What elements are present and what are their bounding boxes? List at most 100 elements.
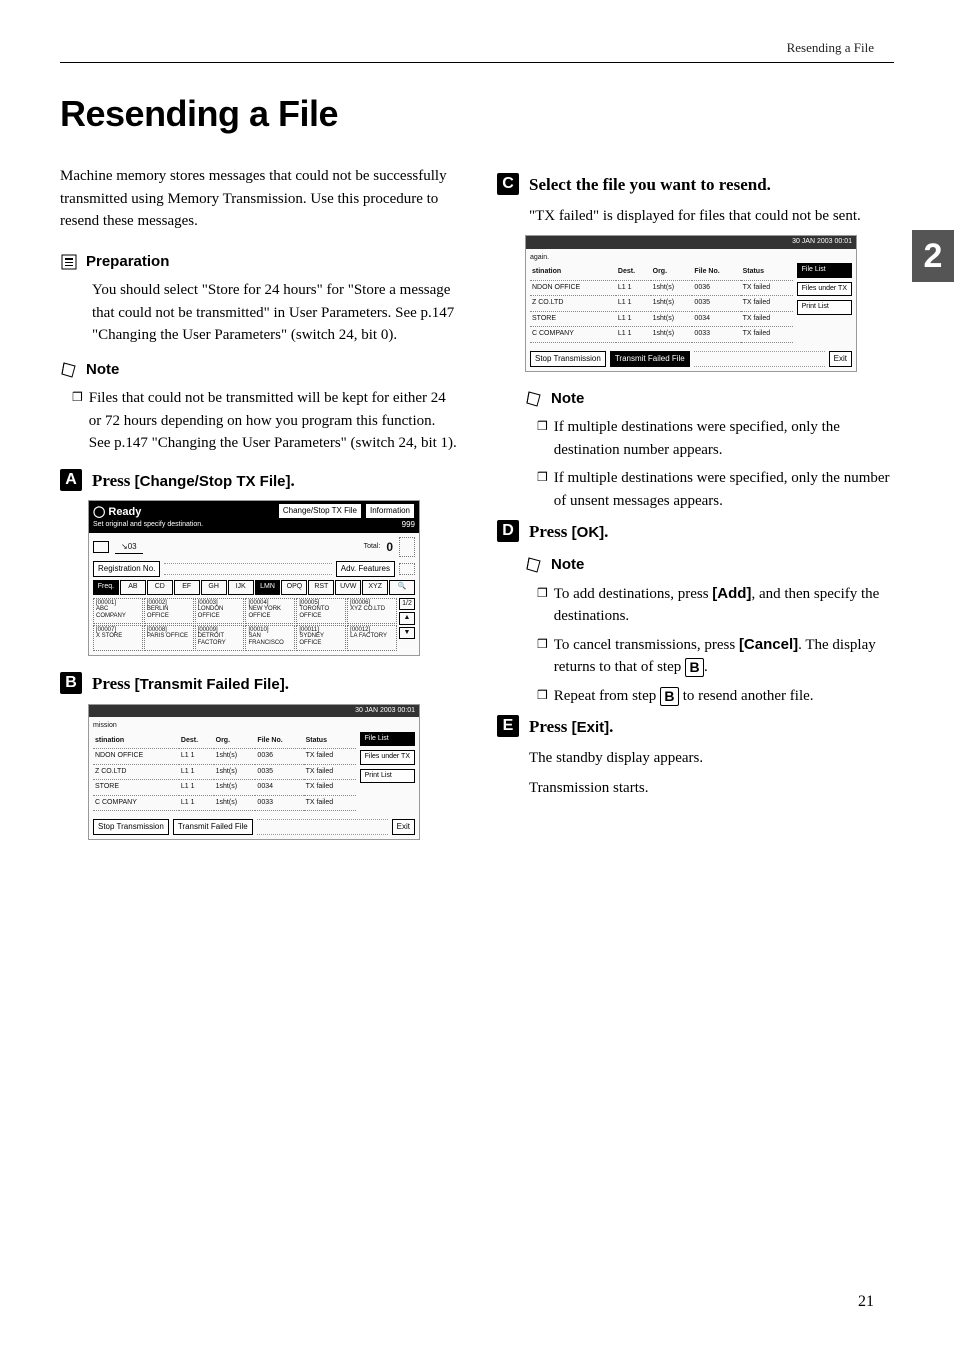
note4-a: To add destinations, press [Add], and th… [554, 583, 894, 628]
preparation-body: You should select "Store for 24 hours" f… [92, 279, 457, 347]
table-row[interactable]: Z CO.LTDL1 11sht(s)0035TX failed [93, 764, 356, 780]
table-row[interactable]: C COMPANYL1 11sht(s)0033TX failed [93, 795, 356, 811]
step-1: A Press [Change/Stop TX File]. [60, 469, 457, 493]
ss1-scroll-down[interactable]: ▼ [399, 627, 415, 640]
table-row[interactable]: STOREL1 11sht(s)0034TX failed [93, 780, 356, 796]
ss1-info-button[interactable]: Information [365, 503, 415, 519]
ss1-tab-ab[interactable]: AB [120, 580, 146, 595]
note3-a: If multiple destinations were specified,… [554, 416, 894, 461]
ss1-cell[interactable]: [00006]XYZ CO.LTD [347, 598, 397, 624]
ss3-datebar: 30 JAN 2003 00:01 [526, 236, 856, 249]
ss1-page-indicator: 1/2 [399, 598, 415, 611]
note-icon [525, 390, 543, 408]
ss1-tab-opq[interactable]: OPQ [281, 580, 307, 595]
note3-b: If multiple destinations were specified,… [554, 467, 894, 512]
ss1-tab-ijk[interactable]: IJK [228, 580, 254, 595]
ss1-destination-grid: [00001]ABC COMPANY [00002]BERLIN OFFICE … [93, 598, 397, 651]
ss1-entered-number: ↘03 [115, 541, 143, 554]
table-row[interactable]: C COMPANYL1 11sht(s)0033TX failed [530, 327, 793, 343]
ss1-cell[interactable]: [00007]X STORE [93, 625, 143, 651]
ss3-filesunder-button[interactable]: Files under TX [797, 282, 852, 297]
ss2-filelist-button[interactable]: File List [360, 732, 415, 747]
step2-suffix: . [285, 674, 289, 693]
ss2-table: stinationDest.Org.File No.Status NDON OF… [93, 734, 356, 812]
ss2-printlist-button[interactable]: Print List [360, 769, 415, 784]
chapter-tab: 2 [912, 230, 954, 282]
ss1-reg-no-button[interactable]: Registration No. [93, 561, 160, 577]
ss2-datebar: 30 JAN 2003 00:01 [89, 705, 419, 718]
ss1-cell[interactable]: [00002]BERLIN OFFICE [144, 598, 194, 624]
ss1-tab-cd[interactable]: CD [147, 580, 173, 595]
step-number-3: C [497, 173, 519, 195]
note-body-1: Files that could not be transmitted will… [89, 387, 457, 455]
note-label-1: Note [86, 359, 119, 382]
note-heading-1: Note [60, 359, 457, 382]
ss1-phone-icon [93, 541, 109, 553]
ss3-printlist-button[interactable]: Print List [797, 300, 852, 315]
ss2-tff-button[interactable]: Transmit Failed File [173, 819, 253, 835]
ss1-tab-lmn[interactable]: LMN [255, 580, 281, 595]
table-row[interactable]: NDON OFFICEL1 11sht(s)0036TX failed [93, 749, 356, 765]
ss2-filesunder-button[interactable]: Files under TX [360, 750, 415, 765]
screenshot-ready-panel: ◯ Ready Set original and specify destina… [88, 500, 420, 656]
ss3-filelist-button[interactable]: File List [797, 263, 852, 278]
step-3: C Select the file you want to resend. [497, 173, 894, 197]
preparation-icon [60, 253, 78, 271]
note-heading-4: Note [525, 554, 894, 577]
ss2-exit-button[interactable]: Exit [392, 819, 415, 835]
note-label-4: Note [551, 554, 584, 577]
ss1-cell[interactable]: [00008]PARIS OFFICE [144, 625, 194, 651]
step5-sub1: The standby display appears. [529, 747, 894, 770]
ss1-tab-gh[interactable]: GH [201, 580, 227, 595]
ss1-tab-rst[interactable]: RST [308, 580, 334, 595]
ss1-cell[interactable]: [00012]LA FACTORY [347, 625, 397, 651]
table-row[interactable]: STOREL1 11sht(s)0034TX failed [530, 311, 793, 327]
step-number-2: B [60, 672, 82, 694]
ss1-ready: ◯ Ready [93, 506, 141, 518]
step-5: E Press [Exit]. [497, 715, 894, 739]
ss3-exit-button[interactable]: Exit [829, 351, 852, 367]
ss1-tabs: Freq. AB CD EF GH IJK LMN OPQ RST UVW XY… [93, 580, 415, 595]
step1-prefix: Press [92, 471, 135, 490]
step-ref-icon: B [685, 658, 704, 677]
screenshot-file-list-2: 30 JAN 2003 00:01 again. stinationDest.O… [525, 235, 857, 372]
ss1-adv-features-button[interactable]: Adv. Features [336, 561, 395, 577]
ss1-change-stop-button[interactable]: Change/Stop TX File [278, 503, 362, 519]
ss3-stop-button[interactable]: Stop Transmission [530, 351, 606, 367]
ss2-stop-button[interactable]: Stop Transmission [93, 819, 169, 835]
ss1-tab-xyz[interactable]: XYZ [362, 580, 388, 595]
screenshot-file-list-1: 30 JAN 2003 00:01 mission stinationDest.… [88, 704, 420, 841]
table-row[interactable]: Z CO.LTDL1 11sht(s)0035TX failed [530, 296, 793, 312]
ss1-cell[interactable]: [00005]TORONTO OFFICE [296, 598, 346, 624]
ss1-subtitle: Set original and specify destination. [93, 520, 203, 531]
ss1-cell[interactable]: [00003]LONDON OFFICE [195, 598, 245, 624]
step3-sub: "TX failed" is displayed for files that … [529, 205, 894, 228]
running-head: Resending a File [0, 0, 954, 56]
ss3-tff-button[interactable]: Transmit Failed File [610, 351, 690, 367]
ss1-cell[interactable]: [00001]ABC COMPANY [93, 598, 143, 624]
step-number-4: D [497, 520, 519, 542]
bullet-icon: ❒ [537, 416, 548, 436]
ss1-cell[interactable]: [00004]NEW YORK OFFICE [245, 598, 295, 624]
step4-prefix: Press [529, 522, 572, 541]
ss1-count: 999 [365, 519, 415, 531]
preparation-label: Preparation [86, 251, 169, 274]
step3-text: Select the file you want to resend. [529, 173, 771, 197]
step4-button-label: [OK] [572, 524, 605, 541]
ss1-tab-uvw[interactable]: UVW [335, 580, 361, 595]
table-row[interactable]: NDON OFFICEL1 11sht(s)0036TX failed [530, 280, 793, 296]
step-number-1: A [60, 469, 82, 491]
ss1-cell[interactable]: [00011]SYDNEY OFFICE [296, 625, 346, 651]
ss1-tab-ef[interactable]: EF [174, 580, 200, 595]
ss1-search-icon[interactable]: 🔍 [389, 580, 415, 595]
ss1-scroll-up[interactable]: ▲ [399, 612, 415, 625]
ss1-cell[interactable]: [00009]DETROIT FACTORY [195, 625, 245, 651]
ss1-adv-extra [399, 563, 415, 575]
ss1-tab-freq[interactable]: Freq. [93, 580, 119, 595]
step1-button-label: [Change/Stop TX File] [135, 473, 291, 490]
ss1-cell[interactable]: [00010]SAN FRANCISCO [245, 625, 295, 651]
ss3-topword: again. [530, 253, 852, 264]
ss2-topword: mission [93, 721, 415, 732]
step-ref-icon: B [660, 687, 679, 706]
step5-sub2: Transmission starts. [529, 777, 894, 800]
